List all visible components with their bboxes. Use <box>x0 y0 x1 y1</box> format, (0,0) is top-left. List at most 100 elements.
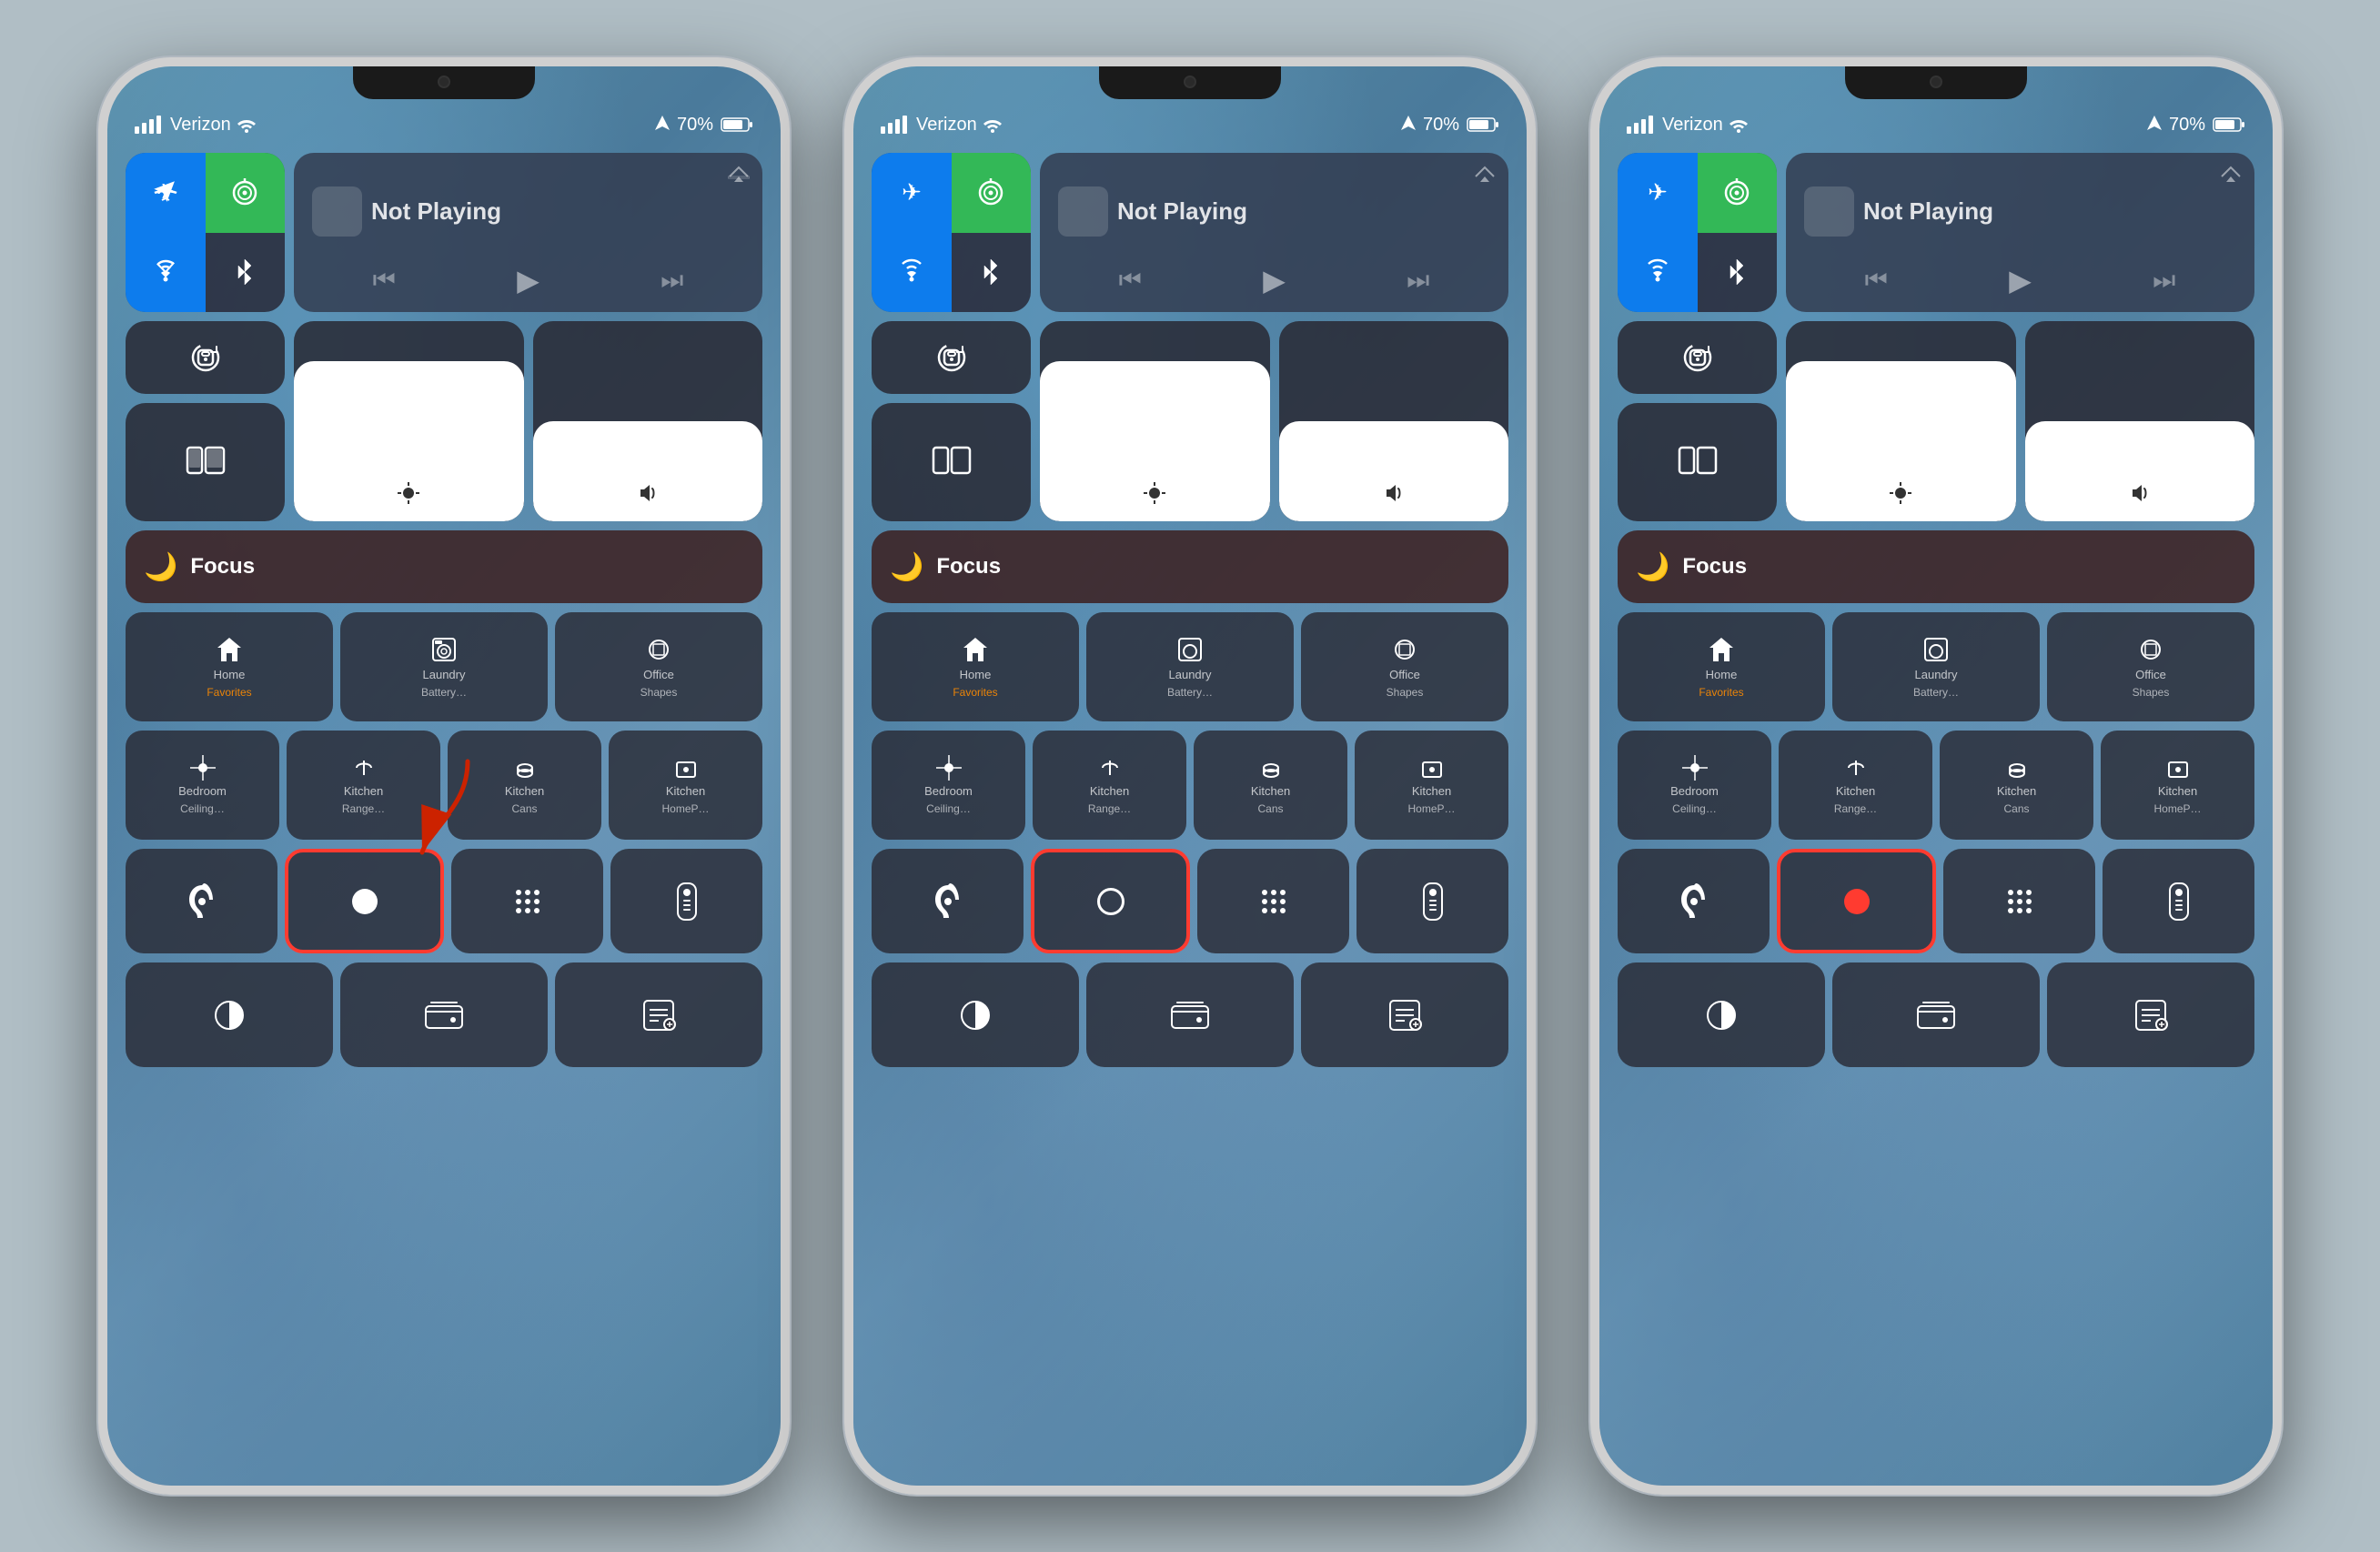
status-bar-2: Verizon 70% <box>881 106 1499 143</box>
cc-sliders-3 <box>1786 321 2254 521</box>
airplane-btn-2[interactable]: ✈ <box>872 153 952 233</box>
keypad-tile-3[interactable] <box>1943 849 2095 953</box>
airplay-icon-2[interactable] <box>1474 164 1496 184</box>
bluetooth-btn-1[interactable] <box>206 233 286 313</box>
silent-btn-1[interactable] <box>98 194 104 230</box>
contrast-tile-2[interactable] <box>872 962 1079 1067</box>
airplane-btn-3[interactable]: ✈ <box>1618 153 1698 233</box>
cellular-btn-3[interactable] <box>1698 153 1778 233</box>
prev-btn-2[interactable]: ⏮ <box>1119 266 1142 296</box>
wifi-btn-2[interactable] <box>872 233 952 313</box>
contrast-tile-1[interactable] <box>126 962 333 1067</box>
wallet-tile-1[interactable] <box>340 962 548 1067</box>
kitchen-homep-tile-3[interactable]: Kitchen HomeP… <box>2101 731 2254 840</box>
bedroom-ceiling-tile-2[interactable]: Bedroom Ceiling… <box>872 731 1025 840</box>
contrast-tile-3[interactable] <box>1618 962 1825 1067</box>
ear-tile-1[interactable] <box>126 849 277 953</box>
vol-up-btn-2[interactable] <box>844 248 850 307</box>
power-btn-1[interactable] <box>784 276 790 358</box>
silent-btn-2[interactable] <box>844 194 850 230</box>
lock-rotation-btn-1[interactable] <box>126 321 285 394</box>
remote-tile-3[interactable] <box>2103 849 2254 953</box>
home-favorites-tile-3[interactable]: Home Favorites <box>1618 612 1825 721</box>
bedroom-ceiling-tile-3[interactable]: Bedroom Ceiling… <box>1618 731 1771 840</box>
next-btn-2[interactable]: ⏭ <box>1407 266 1429 296</box>
screen-mirror-btn-1[interactable] <box>126 403 285 521</box>
play-btn-1[interactable]: ▶ <box>517 263 540 297</box>
bluetooth-btn-3[interactable] <box>1698 233 1778 313</box>
volume-slider-3[interactable] <box>2025 321 2255 521</box>
play-btn-2[interactable]: ▶ <box>1263 263 1286 297</box>
status-right-1: 70% <box>655 115 753 136</box>
cellular-btn-1[interactable] <box>206 153 286 233</box>
record-tile-1[interactable] <box>285 849 444 953</box>
focus-btn-3[interactable]: 🌙 Focus <box>1618 530 2254 603</box>
office-tile-2[interactable]: Office Shapes <box>1301 612 1508 721</box>
kitchen-range-tile-1[interactable]: Kitchen Range… <box>287 731 440 840</box>
volume-slider-1[interactable] <box>533 321 763 521</box>
remote-tile-1[interactable] <box>610 849 762 953</box>
kitchen-range-tile-2[interactable]: Kitchen Range… <box>1033 731 1186 840</box>
cellular-btn-2[interactable] <box>952 153 1032 233</box>
laundry-tile-2[interactable]: Laundry Battery… <box>1086 612 1294 721</box>
notes-tile-3[interactable] <box>2047 962 2254 1067</box>
vol-down-btn-2[interactable] <box>844 321 850 380</box>
kitchen-cans-tile-3[interactable]: Kitchen Cans <box>1940 731 2093 840</box>
power-btn-3[interactable] <box>2276 276 2282 358</box>
play-btn-3[interactable]: ▶ <box>2009 263 2032 297</box>
focus-btn-2[interactable]: 🌙 Focus <box>872 530 1508 603</box>
brightness-slider-3[interactable] <box>1786 321 2016 521</box>
silent-btn-3[interactable] <box>1590 194 1596 230</box>
power-btn-2[interactable] <box>1530 276 1536 358</box>
vol-down-btn-3[interactable] <box>1590 321 1596 380</box>
office-tile-3[interactable]: Office Shapes <box>2047 612 2254 721</box>
screen-mirror-btn-2[interactable] <box>872 403 1031 521</box>
keypad-tile-2[interactable] <box>1197 849 1349 953</box>
airplay-icon-1[interactable] <box>728 164 750 184</box>
volume-slider-2[interactable] <box>1279 321 1509 521</box>
airplane-btn-1[interactable]: ✈ <box>126 153 206 233</box>
ear-tile-3[interactable] <box>1618 849 1770 953</box>
vol-up-btn-1[interactable] <box>98 248 104 307</box>
remote-tile-2[interactable] <box>1356 849 1508 953</box>
laundry-tile-1[interactable]: Laundry Battery… <box>340 612 548 721</box>
bluetooth-btn-2[interactable] <box>952 233 1032 313</box>
kcans-sublabel-2: Cans <box>1257 802 1283 815</box>
home-favorites-tile-1[interactable]: Home Favorites <box>126 612 333 721</box>
vol-down-btn-1[interactable] <box>98 321 104 380</box>
kitchen-cans-tile-2[interactable]: Kitchen Cans <box>1194 731 1347 840</box>
kitchen-homep-tile-1[interactable]: Kitchen HomeP… <box>609 731 762 840</box>
bar2-3 <box>1634 123 1639 134</box>
kcans-label-2: Kitchen <box>1251 784 1290 799</box>
wifi-btn-3[interactable] <box>1618 233 1698 313</box>
wifi-btn-1[interactable] <box>126 233 206 313</box>
next-btn-3[interactable]: ⏭ <box>2153 266 2175 296</box>
focus-btn-1[interactable]: 🌙 Focus <box>126 530 762 603</box>
kitchen-range-tile-3[interactable]: Kitchen Range… <box>1779 731 1932 840</box>
notch-1 <box>353 66 535 99</box>
prev-btn-1[interactable]: ⏮ <box>373 266 396 296</box>
lock-rotation-btn-2[interactable] <box>872 321 1031 394</box>
keypad-tile-1[interactable] <box>451 849 603 953</box>
airplay-icon-3[interactable] <box>2220 164 2242 184</box>
prev-btn-3[interactable]: ⏮ <box>1865 266 1888 296</box>
notes-tile-1[interactable] <box>555 962 762 1067</box>
ear-tile-2[interactable] <box>872 849 1024 953</box>
kitchen-cans-tile-1[interactable]: Kitchen Cans <box>448 731 601 840</box>
laundry-tile-3[interactable]: Laundry Battery… <box>1832 612 2040 721</box>
brightness-slider-2[interactable] <box>1040 321 1270 521</box>
bedroom-ceiling-tile-1[interactable]: Bedroom Ceiling… <box>126 731 279 840</box>
office-tile-1[interactable]: Office Shapes <box>555 612 762 721</box>
home-favorites-tile-2[interactable]: Home Favorites <box>872 612 1079 721</box>
kitchen-homep-tile-2[interactable]: Kitchen HomeP… <box>1355 731 1508 840</box>
notes-tile-2[interactable] <box>1301 962 1508 1067</box>
record-tile-3[interactable] <box>1777 849 1936 953</box>
lock-rotation-btn-3[interactable] <box>1618 321 1777 394</box>
wallet-tile-3[interactable] <box>1832 962 2040 1067</box>
record-tile-2[interactable] <box>1031 849 1190 953</box>
vol-up-btn-3[interactable] <box>1590 248 1596 307</box>
screen-mirror-btn-3[interactable] <box>1618 403 1777 521</box>
wallet-tile-2[interactable] <box>1086 962 1294 1067</box>
brightness-slider-1[interactable] <box>294 321 524 521</box>
next-btn-1[interactable]: ⏭ <box>661 266 683 296</box>
